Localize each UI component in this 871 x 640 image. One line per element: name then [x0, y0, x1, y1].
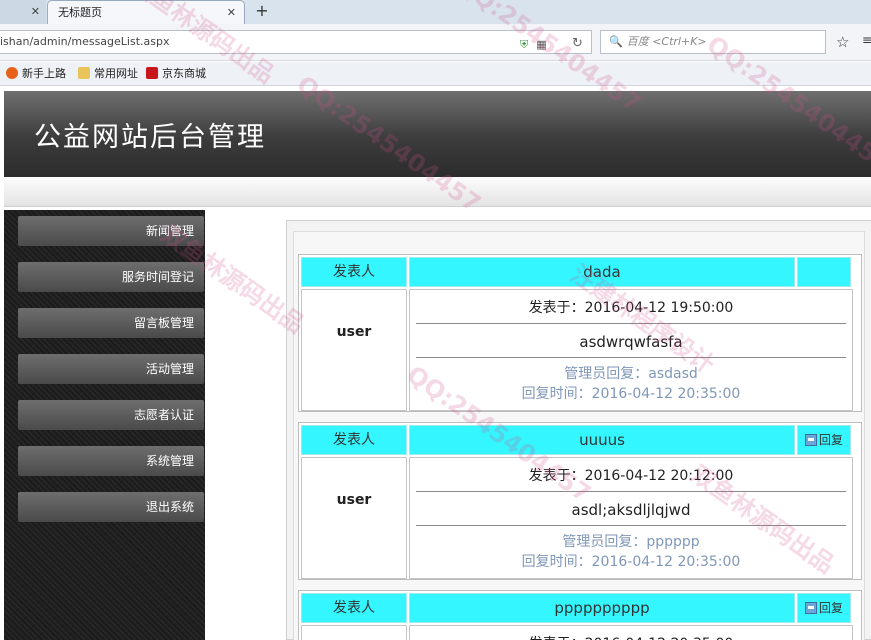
shield-icon[interactable]: ⛨: [520, 34, 528, 56]
message-list: 发表人 dada user 发表于：2016-04-12 19:50:00 as…: [293, 231, 865, 640]
reload-icon[interactable]: ↻: [572, 33, 583, 55]
jd-icon: [146, 67, 158, 79]
bookmark-label: 新手上路: [22, 67, 66, 80]
author-name: user: [301, 457, 407, 579]
bookmark-star-icon[interactable]: ☆: [836, 33, 849, 51]
author-label: 发表人: [301, 425, 407, 455]
browser-tab[interactable]: ✕: [0, 0, 46, 24]
message-title: dada: [409, 257, 795, 287]
browser-tabbar: ✕ 无标题页 ✕ +: [0, 0, 871, 24]
message-header: 发表人 dada: [299, 255, 861, 287]
message-header: 发表人 uuuus 回复: [299, 423, 861, 455]
message-body: 发表于：2016-04-12 20:35:00: [301, 625, 859, 640]
reply-time: 回复时间：2016-04-12 20:35:00: [521, 554, 741, 570]
bookmarks-bar: 新手上路 常用网址 京东商城: [0, 62, 871, 86]
author-label: 发表人: [301, 257, 407, 287]
message-card: 发表人 pppppppppp 回复 发表于：2016-04-12 20:35:0…: [298, 590, 862, 640]
message-content: asdwrqwfasfa: [416, 326, 846, 358]
message-card: 发表人 uuuus 回复 user 发表于：2016-04-12 20:12:0…: [298, 422, 862, 580]
message-body: user 发表于：2016-04-12 20:12:00 asdl;aksdlj…: [301, 457, 859, 579]
close-icon[interactable]: ✕: [227, 1, 236, 25]
header-subbar: [4, 177, 871, 207]
url-text: ishan/admin/messageList.aspx: [0, 35, 170, 48]
browser-navbar: ishan/admin/messageList.aspx ⛨ ▦ ↻ 🔍 百度 <C…: [0, 24, 871, 61]
message-detail: 发表于：2016-04-12 20:12:00 asdl;aksdljlqjwd…: [409, 457, 853, 579]
reply-icon: [804, 602, 817, 614]
message-card: 发表人 dada user 发表于：2016-04-12 19:50:00 as…: [298, 254, 862, 412]
message-detail: 发表于：2016-04-12 20:35:00: [409, 625, 853, 640]
page-header: 公益网站后台管理: [4, 91, 871, 177]
reply-label: 回复: [818, 601, 843, 615]
search-input[interactable]: 🔍 百度 <Ctrl+K>: [600, 30, 826, 54]
message-body: user 发表于：2016-04-12 19:50:00 asdwrqwfasf…: [301, 289, 859, 411]
admin-reply: 管理员回复：asdasd 回复时间：2016-04-12 20:35:00: [416, 364, 846, 404]
firefox-icon: [6, 67, 18, 79]
reply-icon: [804, 434, 817, 446]
qr-code-icon[interactable]: ▦: [536, 34, 546, 56]
reply-button[interactable]: 回复: [797, 425, 851, 455]
reply-time: 回复时间：2016-04-12 20:35:00: [521, 386, 741, 402]
close-icon[interactable]: ✕: [31, 0, 40, 24]
sidebar-item-volunteer[interactable]: 志愿者认证: [18, 400, 204, 430]
sidebar: 新闻管理 服务时间登记 留言板管理 活动管理 志愿者认证 系统管理 退出系统: [4, 210, 205, 640]
search-icon: 🔍: [609, 35, 623, 48]
message-title: pppppppppp: [409, 593, 795, 623]
author-label: 发表人: [301, 593, 407, 623]
message-header: 发表人 pppppppppp 回复: [299, 591, 861, 623]
bookmark-item[interactable]: 新手上路: [6, 62, 66, 86]
post-time: 发表于：2016-04-12 20:12:00: [416, 462, 846, 492]
post-time: 发表于：2016-04-12 19:50:00: [416, 294, 846, 324]
message-content: asdl;aksdljlqjwd: [416, 494, 846, 526]
search-placeholder: 百度 <Ctrl+K>: [626, 35, 707, 48]
sidebar-item-activities[interactable]: 活动管理: [18, 354, 204, 384]
admin-reply: 管理员回复：pppppp 回复时间：2016-04-12 20:35:00: [416, 532, 846, 572]
reply-button[interactable]: 回复: [797, 593, 851, 623]
admin-reply-text: 管理员回复：pppppp: [562, 534, 700, 550]
sidebar-item-message-board[interactable]: 留言板管理: [18, 308, 204, 338]
page-title: 公益网站后台管理: [34, 122, 266, 153]
sidebar-item-system[interactable]: 系统管理: [18, 446, 204, 476]
author-cell: [301, 625, 407, 640]
message-panel: 发表人 dada user 发表于：2016-04-12 19:50:00 as…: [286, 220, 871, 640]
sidebar-item-service-time[interactable]: 服务时间登记: [18, 262, 204, 292]
bookmark-label: 京东商城: [162, 67, 206, 80]
address-bar[interactable]: ishan/admin/messageList.aspx ⛨ ▦ ↻: [0, 30, 592, 54]
url-icons: ⛨ ▦: [520, 34, 555, 56]
admin-reply-text: 管理员回复：asdasd: [564, 366, 698, 382]
bookmark-item[interactable]: 京东商城: [146, 62, 206, 86]
post-time: 发表于：2016-04-12 20:35:00: [416, 630, 846, 640]
author-name: user: [301, 289, 407, 411]
message-detail: 发表于：2016-04-12 19:50:00 asdwrqwfasfa 管理员…: [409, 289, 853, 411]
tab-title: 无标题页: [58, 6, 102, 19]
browser-tab-active[interactable]: 无标题页 ✕: [47, 0, 245, 24]
new-tab-button[interactable]: +: [252, 0, 272, 24]
reply-label: 回复: [818, 433, 843, 447]
main-content: 发表人 dada user 发表于：2016-04-12 19:50:00 as…: [206, 210, 871, 640]
sidebar-item-news[interactable]: 新闻管理: [18, 216, 204, 246]
sidebar-item-logout[interactable]: 退出系统: [18, 492, 204, 522]
menu-icon[interactable]: ≡: [862, 33, 871, 47]
folder-icon: [78, 67, 90, 79]
action-cell: [797, 257, 851, 287]
bookmark-label: 常用网址: [94, 67, 138, 80]
message-title: uuuus: [409, 425, 795, 455]
bookmark-item[interactable]: 常用网址: [78, 62, 138, 86]
